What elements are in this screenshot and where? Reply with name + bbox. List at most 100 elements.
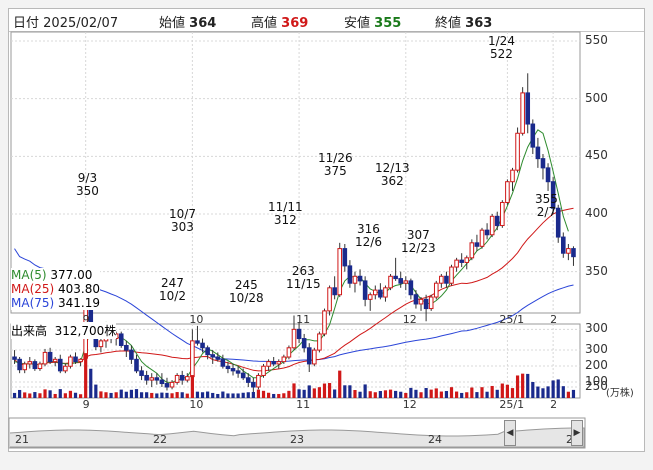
price-tick-label: 300 [585,321,608,336]
candle-down [342,248,348,267]
candle-down [251,381,256,388]
candle-down [535,146,541,160]
candle-up [449,266,454,284]
candle-up [78,358,83,363]
volume-bar [373,392,377,398]
volume-bar [460,392,464,398]
price-tick-label: 550 [585,33,608,47]
volume-month-label: 9 [82,398,90,411]
price-tick-label: 400 [585,206,608,220]
candle-down [306,347,312,365]
candle-up [505,181,510,203]
volume-bar [236,393,240,398]
annotation-12-6: 316 12/6 [355,222,382,249]
candle-down [124,344,129,351]
price-month-label: 12 [402,313,417,326]
candle-down [164,383,170,388]
volume-bar [33,392,37,398]
candle-up [276,361,282,365]
candle-down [134,358,139,372]
volume-tick-label: 200 [585,358,608,372]
volume-bar [119,389,123,398]
overview-label-21: 21 [15,433,29,446]
scroll-right-button[interactable]: ▶ [571,420,583,446]
volume-bar [454,391,459,398]
volume-bar [145,392,149,398]
volume-bar [160,392,164,398]
volume-bar [256,389,261,398]
candle-up [428,296,434,310]
volume-bar [28,393,32,398]
volume-bar [99,391,103,398]
candle-down [47,351,53,363]
candle-down [398,278,404,284]
candle-down [423,298,429,310]
volume-value: 312,700株 [54,324,117,338]
candle-up [261,365,266,376]
annotation-10-28: 245 10/28 [229,278,264,305]
volume-bar [536,386,540,398]
annotation-11-15: 263 11/15 [286,264,321,291]
volume-bar [43,389,47,398]
candle-down [332,287,337,296]
candle-up [388,275,393,289]
candle-down [413,294,419,305]
candle-up [515,132,520,171]
volume-bar [211,392,215,398]
candle-down [225,365,231,370]
price-month-label: 25/1 [499,313,525,326]
candle-down [357,275,363,282]
candle-up [37,363,43,370]
price-tick-label: 350 [585,263,608,278]
candle-down [154,377,160,381]
candle-down [195,340,200,344]
candle-down [560,236,566,254]
annotation-11-26: 11/26 375 [318,151,353,178]
legend-ma5: MA(5) 377.00 [11,268,100,282]
candle-down [12,356,17,360]
candle-up [489,215,495,236]
annotation-9-3: 9/3 350 [76,171,99,198]
volume-bar [261,390,266,398]
candle-up [169,381,175,388]
candle-down [73,356,78,363]
annotation-11-11: 11/11 312 [268,200,303,227]
volume-bar [444,391,449,398]
scroll-left-button[interactable]: ◀ [504,420,516,446]
volume-bar [409,387,413,398]
volume-bar [287,390,291,398]
candle-up [403,280,409,284]
candle-down [129,349,134,360]
volume-bar [89,368,93,398]
volume-bar [317,387,322,398]
volume-bar [12,392,17,398]
volume-bar [206,391,210,398]
volume-bar [139,392,144,398]
volume-bar [129,389,134,398]
volume-bar [53,393,57,398]
candle-down [530,123,536,148]
volume-bar [414,389,418,398]
overview-label-22: 22 [153,433,167,446]
candle-up [266,361,271,367]
candle-up [439,275,444,284]
candle-down [494,215,500,227]
candle-down [393,275,398,280]
annotation-10-7: 10/7 303 [169,207,196,234]
volume-tick-label: 100 [585,374,608,388]
volume-bar [63,393,67,398]
volume-bar [84,353,88,398]
volume-bar [231,393,235,398]
volume-bar [383,390,388,398]
legend-ma5-value: 377.00 [50,268,93,282]
volume-bar [312,388,316,398]
volume-bar [419,392,423,398]
volume-bar [155,393,159,398]
volume-bar [272,393,276,398]
candle-up [367,294,373,300]
volume-bar [556,379,560,398]
candle-down [540,158,546,169]
legend-ma75-label: MA(75) [11,296,55,310]
candle-up [63,365,68,372]
volume-bar [216,393,220,398]
